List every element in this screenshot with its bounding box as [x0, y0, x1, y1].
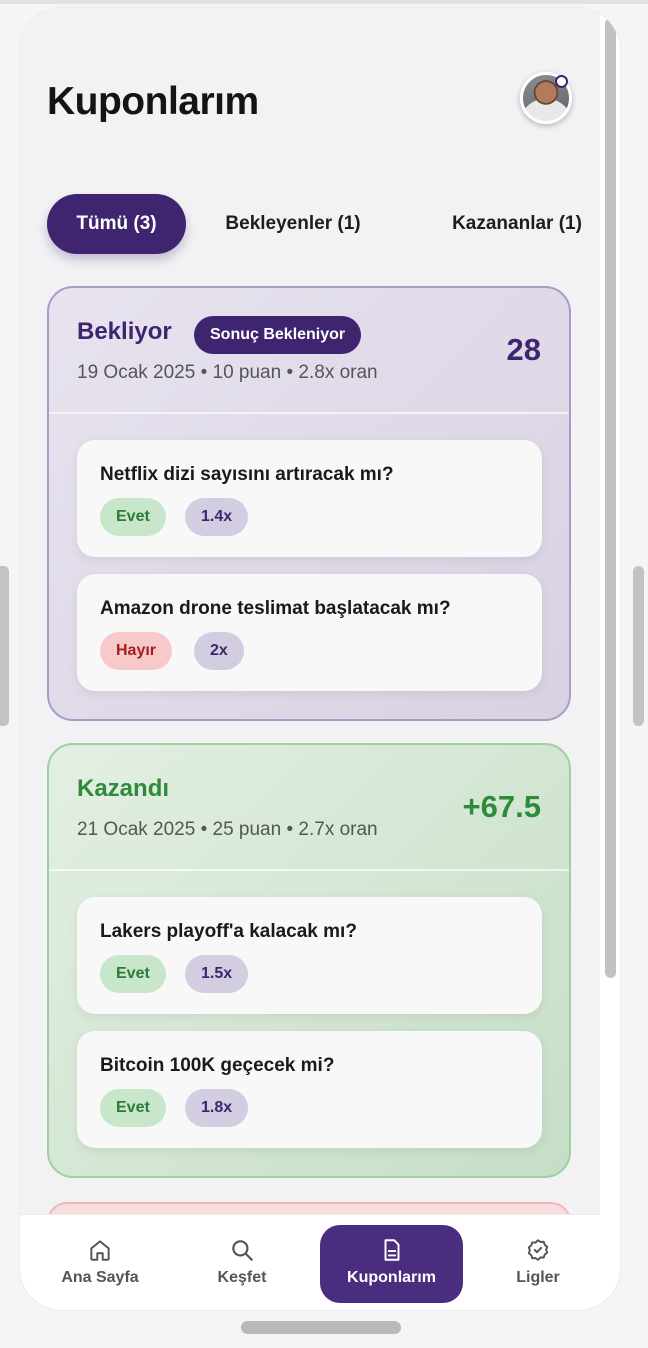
- divider: [49, 869, 569, 871]
- outer-scrollbar-thumb[interactable]: [633, 566, 644, 726]
- coupon-header: Bekliyor Sonuç Bekleniyor 19 Ocak 2025 •…: [49, 288, 569, 412]
- coupon-card-won[interactable]: Kazandı 21 Ocak 2025 • 25 puan • 2.7x or…: [47, 743, 571, 1178]
- pick-answer-chip: Hayır: [100, 632, 173, 670]
- page-title: Kuponlarım: [47, 80, 259, 123]
- tab-pending[interactable]: Bekleyenler (1): [217, 194, 369, 254]
- pick-answer-chip: Evet: [100, 955, 166, 993]
- pick-item[interactable]: Amazon drone teslimat başlatacak mı? Hay…: [77, 574, 542, 691]
- pick-odds-chip: 1.8x: [185, 1089, 249, 1127]
- pick-item[interactable]: Bitcoin 100K geçecek mi? Evet 1.8x: [77, 1031, 542, 1148]
- top-edge: [0, 0, 648, 4]
- tab-all[interactable]: Tümü (3): [47, 194, 186, 254]
- coupon-header: Kazandı 21 Ocak 2025 • 25 puan • 2.7x or…: [49, 745, 569, 869]
- coupon-amount: 28: [506, 332, 541, 367]
- search-icon: [232, 1240, 253, 1261]
- nav-label: Ana Sayfa: [61, 1269, 139, 1286]
- coupon-card-pending[interactable]: Bekliyor Sonuç Bekleniyor 19 Ocak 2025 •…: [47, 286, 571, 721]
- coupon-status: Bekliyor: [77, 318, 172, 345]
- pick-question: Amazon drone teslimat başlatacak mı?: [100, 598, 451, 619]
- coupon-meta: 21 Ocak 2025 • 25 puan • 2.7x oran: [77, 819, 378, 840]
- nav-label: Keşfet: [217, 1269, 267, 1286]
- pick-odds-chip: 1.5x: [185, 955, 249, 993]
- nav-item-home[interactable]: Ana Sayfa: [50, 1215, 150, 1310]
- pick-question: Lakers playoff'a kalacak mı?: [100, 921, 357, 942]
- pick-item[interactable]: Lakers playoff'a kalacak mı? Evet 1.5x: [77, 897, 542, 1014]
- nav-item-leagues[interactable]: Ligler: [488, 1215, 588, 1310]
- divider: [49, 412, 569, 414]
- pick-item[interactable]: Netflix dizi sayısını artıracak mı? Evet…: [77, 440, 542, 557]
- pick-odds-chip: 1.4x: [185, 498, 249, 536]
- nav-label: Ligler: [516, 1269, 560, 1286]
- pick-answer-chip: Evet: [100, 1089, 166, 1127]
- home-indicator[interactable]: [241, 1321, 401, 1334]
- coupon-amount: +67.5: [462, 789, 541, 824]
- pick-question: Netflix dizi sayısını artıracak mı?: [100, 464, 394, 485]
- nav-item-explore[interactable]: Keşfet: [192, 1215, 292, 1310]
- left-edge-handle: [0, 566, 9, 726]
- nav-label: Kuponlarım: [347, 1269, 436, 1286]
- coupon-meta: 19 Ocak 2025 • 10 puan • 2.8x oran: [77, 362, 378, 383]
- bottom-nav: Ana Sayfa Keşfet Kuponlarım Ligler: [20, 1214, 600, 1310]
- filter-tabs: Tümü (3) Bekleyenler (1) Kazananlar (1): [47, 194, 587, 254]
- badge-check-icon: [527, 1239, 549, 1261]
- status-dot-icon: [555, 75, 568, 88]
- coupon-status: Kazandı: [77, 775, 170, 802]
- scrollbar-thumb[interactable]: [605, 18, 616, 978]
- pick-question: Bitcoin 100K geçecek mi?: [100, 1055, 335, 1076]
- pick-answer-chip: Evet: [100, 498, 166, 536]
- document-icon: [384, 1239, 399, 1261]
- pick-odds-chip: 2x: [194, 632, 244, 670]
- status-badge: Sonuç Bekleniyor: [194, 316, 362, 354]
- tab-won[interactable]: Kazananlar (1): [447, 194, 587, 254]
- phone-screen: Kuponlarım Tümü (3) Bekleyenler (1) Kaza…: [20, 8, 620, 1310]
- home-icon: [90, 1240, 110, 1261]
- nav-item-coupons[interactable]: Kuponlarım: [320, 1225, 463, 1303]
